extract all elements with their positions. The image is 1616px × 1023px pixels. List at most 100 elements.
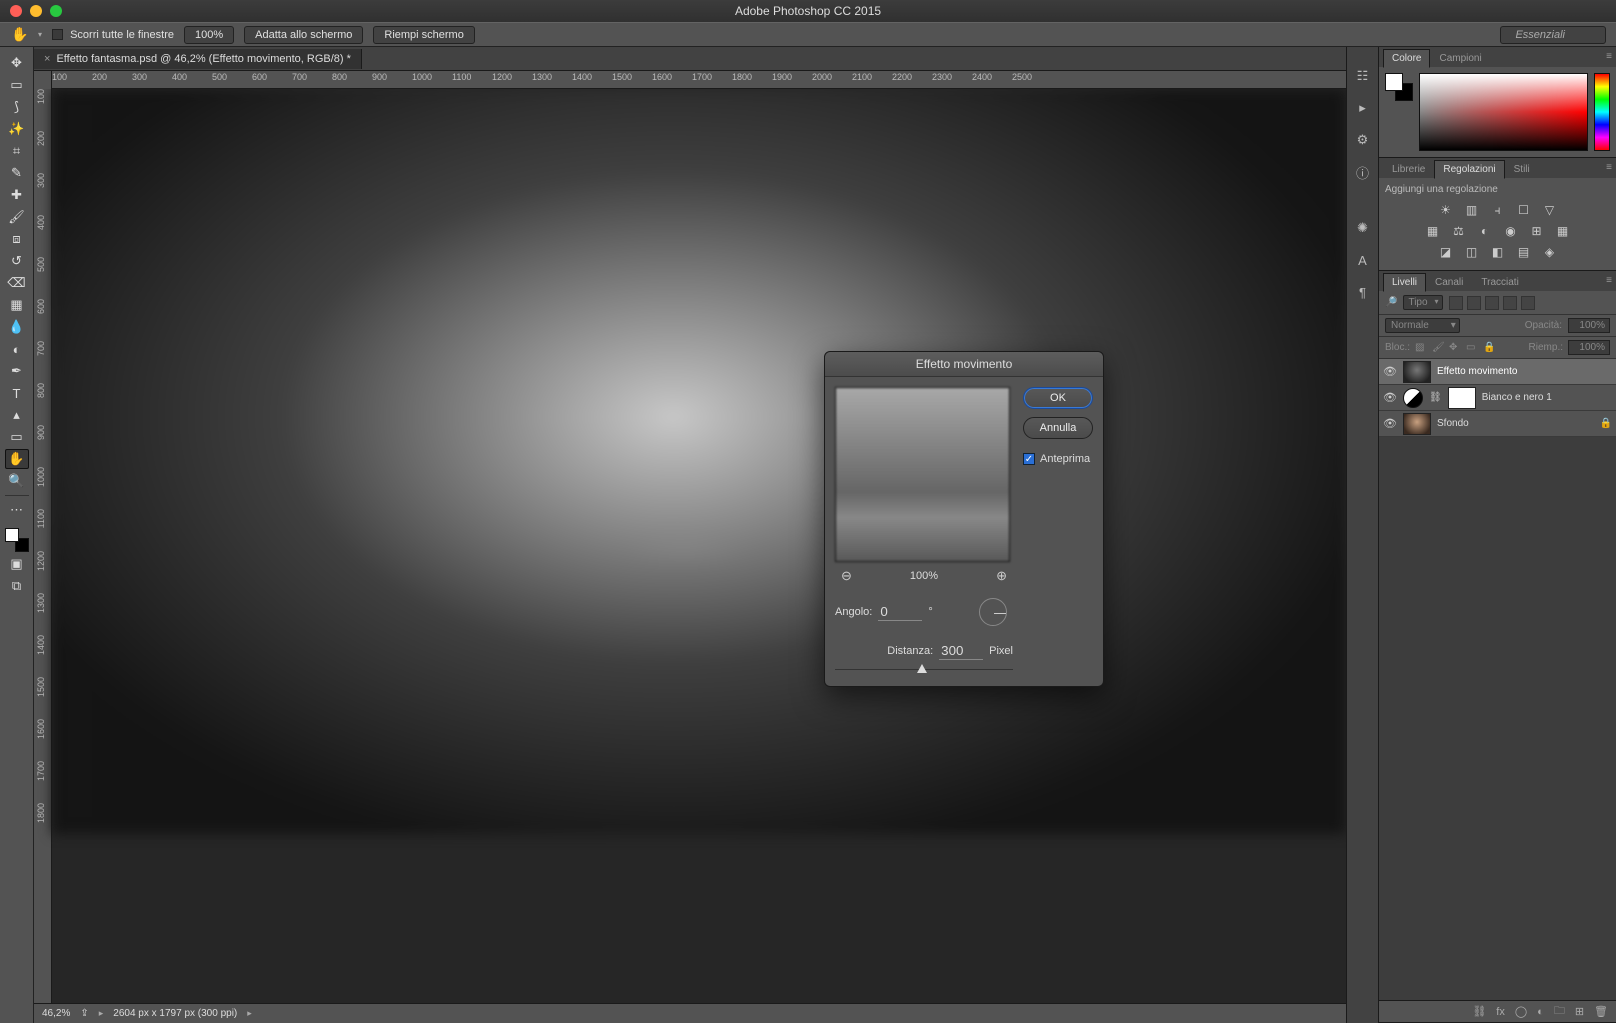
properties-panel-icon[interactable]: ⚙ (1354, 131, 1372, 149)
hue-saturation-icon[interactable]: ▦ (1424, 222, 1442, 240)
lock-transparent-icon[interactable]: ▨ (1415, 342, 1427, 354)
actions-panel-icon[interactable]: ▸ (1354, 99, 1372, 117)
status-chevron-icon[interactable] (247, 1008, 252, 1019)
preview-checkbox[interactable]: ✓ Anteprima (1023, 453, 1093, 465)
mask-link-icon[interactable]: ⛓ (1429, 392, 1442, 403)
zoom-in-icon[interactable]: ⊕ (996, 568, 1007, 584)
panel-menu-icon[interactable]: ≡ (1606, 162, 1612, 173)
foreground-color-swatch[interactable] (5, 528, 19, 542)
info-panel-icon[interactable]: ⓘ (1354, 163, 1372, 181)
zoom-display[interactable]: 100% (184, 26, 234, 44)
status-zoom[interactable]: 46,2% (42, 1008, 70, 1019)
tab-styles[interactable]: Stili (1505, 160, 1539, 178)
hand-tool-icon[interactable]: ✋ (5, 449, 29, 469)
panel-menu-icon[interactable]: ≡ (1606, 275, 1612, 286)
tab-adjustments[interactable]: Regolazioni (1434, 160, 1504, 179)
marquee-tool-icon[interactable]: ▭ (5, 75, 29, 95)
fill-value[interactable]: 100% (1568, 340, 1610, 355)
visibility-eye-icon[interactable]: 👁 (1383, 365, 1397, 378)
color-field-picker[interactable] (1419, 73, 1588, 151)
zoom-tool-icon[interactable]: 🔍 (5, 471, 29, 491)
checkbox-icon[interactable] (52, 29, 63, 40)
vertical-ruler[interactable]: 1002003004005006007008009001000110012001… (34, 89, 52, 1003)
history-brush-tool-icon[interactable]: ↺ (5, 251, 29, 271)
brush-tool-icon[interactable]: 🖌 (5, 207, 29, 227)
layer-name[interactable]: Bianco e nero 1 (1482, 392, 1552, 403)
shape-tool-icon[interactable]: ▭ (5, 427, 29, 447)
close-tab-icon[interactable] (44, 53, 50, 65)
crop-tool-icon[interactable]: ⌗ (5, 141, 29, 161)
angle-dial[interactable] (979, 598, 1007, 626)
tab-paths[interactable]: Tracciati (1472, 273, 1527, 291)
foreground-color-swatch[interactable] (1385, 73, 1403, 91)
tab-swatches[interactable]: Campioni (1430, 49, 1490, 67)
opacity-value[interactable]: 100% (1568, 318, 1610, 333)
tool-preset-chevron-icon[interactable]: ▾ (38, 30, 42, 39)
layer-filter-kind-select[interactable]: Tipo (1403, 295, 1442, 310)
exposure-icon[interactable]: ☐ (1515, 201, 1533, 219)
invert-icon[interactable]: ◪ (1437, 243, 1455, 261)
tab-channels[interactable]: Canali (1426, 273, 1472, 291)
edit-toolbar-icon[interactable]: ⋯ (5, 500, 29, 520)
history-panel-icon[interactable]: ☷ (1354, 67, 1372, 85)
layer-thumbnail[interactable] (1403, 361, 1431, 383)
layer-row[interactable]: 👁 ⛓ Bianco e nero 1 (1379, 385, 1616, 411)
move-tool-icon[interactable]: ✥ (5, 53, 29, 73)
channel-mixer-icon[interactable]: ⊞ (1528, 222, 1546, 240)
selective-color-icon[interactable]: ◈ (1541, 243, 1559, 261)
lock-position-icon[interactable]: ✥ (1449, 342, 1461, 354)
layer-style-icon[interactable]: fx (1496, 1006, 1505, 1018)
layer-thumbnail[interactable] (1403, 413, 1431, 435)
quick-mask-icon[interactable]: ▣ (5, 554, 29, 574)
visibility-eye-icon[interactable]: 👁 (1383, 391, 1397, 404)
color-balance-icon[interactable]: ⚖ (1450, 222, 1468, 240)
document-tab[interactable]: Effetto fantasma.psd @ 46,2% (Effetto mo… (34, 49, 362, 69)
brightness-contrast-icon[interactable]: ☀ (1437, 201, 1455, 219)
adjustments-panel-icon[interactable]: ✺ (1354, 219, 1372, 237)
adjustment-layer-icon[interactable] (1403, 388, 1423, 408)
dodge-tool-icon[interactable]: ◐ (5, 339, 29, 359)
lasso-tool-icon[interactable]: ⟆ (5, 97, 29, 117)
window-maximize-button[interactable] (50, 5, 62, 17)
posterize-icon[interactable]: ◫ (1463, 243, 1481, 261)
new-layer-icon[interactable]: ⊞ (1575, 1005, 1584, 1018)
blend-mode-select[interactable]: Normale (1385, 318, 1460, 333)
clone-stamp-tool-icon[interactable]: ⧈ (5, 229, 29, 249)
tab-libraries[interactable]: Librerie (1383, 160, 1434, 178)
distance-input[interactable] (939, 642, 983, 660)
color-lookup-icon[interactable]: ▦ (1554, 222, 1572, 240)
filter-smart-icon[interactable] (1521, 296, 1535, 310)
layer-row[interactable]: 👁 Effetto movimento (1379, 359, 1616, 385)
lock-artboard-icon[interactable]: ▭ (1466, 342, 1478, 354)
threshold-icon[interactable]: ◧ (1489, 243, 1507, 261)
layer-mask-thumbnail[interactable] (1448, 387, 1476, 409)
eraser-tool-icon[interactable]: ⌫ (5, 273, 29, 293)
filter-type-icon[interactable] (1485, 296, 1499, 310)
blur-tool-icon[interactable]: 💧 (5, 317, 29, 337)
dialog-preview-thumbnail[interactable] (835, 387, 1010, 562)
slider-thumb-icon[interactable] (917, 664, 927, 673)
tab-color[interactable]: Colore (1383, 49, 1430, 68)
layer-name[interactable]: Effetto movimento (1437, 366, 1517, 377)
layer-row[interactable]: 👁 Sfondo 🔒 (1379, 411, 1616, 437)
cancel-button[interactable]: Annulla (1023, 417, 1093, 439)
filter-shape-icon[interactable] (1503, 296, 1517, 310)
paragraph-panel-icon[interactable]: ¶ (1354, 283, 1372, 301)
fill-screen-button[interactable]: Riempi schermo (373, 26, 474, 44)
angle-input[interactable] (878, 603, 922, 621)
healing-brush-tool-icon[interactable]: ✚ (5, 185, 29, 205)
type-tool-icon[interactable]: T (5, 383, 29, 403)
window-minimize-button[interactable] (30, 5, 42, 17)
hand-tool-icon[interactable]: ✋ (12, 27, 28, 43)
black-white-icon[interactable]: ◐ (1476, 222, 1494, 240)
photo-filter-icon[interactable]: ◉ (1502, 222, 1520, 240)
link-layers-icon[interactable]: ⛓ (1472, 1005, 1486, 1018)
canvas-viewport[interactable]: Effetto movimento ⊖ 100% ⊕ Angolo: (52, 89, 1346, 1003)
curves-icon[interactable]: ⫞ (1489, 201, 1507, 219)
eyedropper-tool-icon[interactable]: ✎ (5, 163, 29, 183)
status-chevron-icon[interactable] (99, 1008, 104, 1019)
vibrance-icon[interactable]: ▽ (1541, 201, 1559, 219)
window-close-button[interactable] (10, 5, 22, 17)
new-adjustment-icon[interactable]: ◐ (1537, 1006, 1544, 1018)
filter-adjustment-icon[interactable] (1467, 296, 1481, 310)
